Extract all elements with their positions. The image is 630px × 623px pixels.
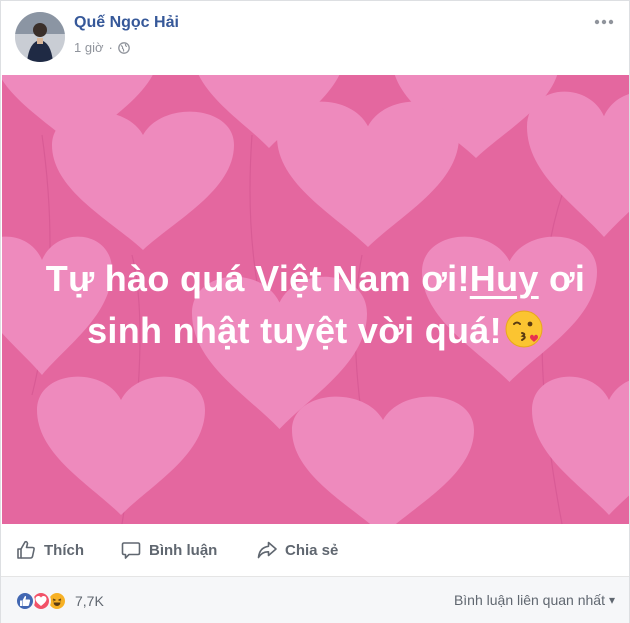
status-line-1: Tự hào quá Việt Nam ơi!Huy ơi [2,253,629,305]
chevron-down-icon: ▾ [608,593,615,607]
status-banner: Tự hào quá Việt Nam ơi!Huy ơi sinh nhật … [2,75,629,524]
like-button[interactable]: Thích [15,524,84,576]
comment-label: Bình luận [149,541,218,559]
share-icon [257,541,277,559]
status-text: Tự hào quá Việt Nam ơi!Huy ơi sinh nhật … [2,253,629,357]
meta-separator: · [108,40,113,55]
reactions-summary[interactable]: 7,7K [15,591,104,611]
post-time[interactable]: 1 giờ [74,40,104,55]
thumbs-up-icon [17,540,35,559]
kissing-face-emoji [505,310,543,348]
status-text-part: sinh nhật tuyệt vời quá! [87,310,502,351]
comment-sort-label: Bình luận liên quan nhất [453,592,605,608]
globe-icon[interactable] [117,41,130,54]
like-reaction-icon [15,591,35,611]
comment-button[interactable]: Bình luận [120,524,217,576]
author-name[interactable]: Quế Ngọc Hải [74,14,179,32]
post-meta: 1 giờ · [74,40,130,55]
status-line-2: sinh nhật tuyệt vời quá! [2,305,629,357]
post-footer: 7,7K Bình luận liên quan nhất ▾ [1,577,629,623]
like-label: Thích [44,541,84,559]
status-text-part: ơi [538,258,586,299]
reaction-count[interactable]: 7,7K [75,593,104,609]
share-label: Chia sẻ [285,541,339,559]
post-actions-bar: Thích Bình luận Chia sẻ [1,524,629,577]
status-text-part: Tự hào quá Việt Nam ơi! [45,258,470,299]
share-button[interactable]: Chia sẻ [256,524,338,576]
comment-sort-dropdown[interactable]: Bình luận liên quan nhất ▾ [454,592,615,608]
more-options-icon[interactable] [593,15,615,29]
post-header: Quế Ngọc Hải 1 giờ · [1,1,629,75]
comment-icon [121,542,141,559]
avatar[interactable] [15,12,65,62]
tagged-person-link[interactable]: Huy [470,258,539,299]
post-card: Quế Ngọc Hải 1 giờ · Tự hào quá Việt Nam… [0,0,630,623]
